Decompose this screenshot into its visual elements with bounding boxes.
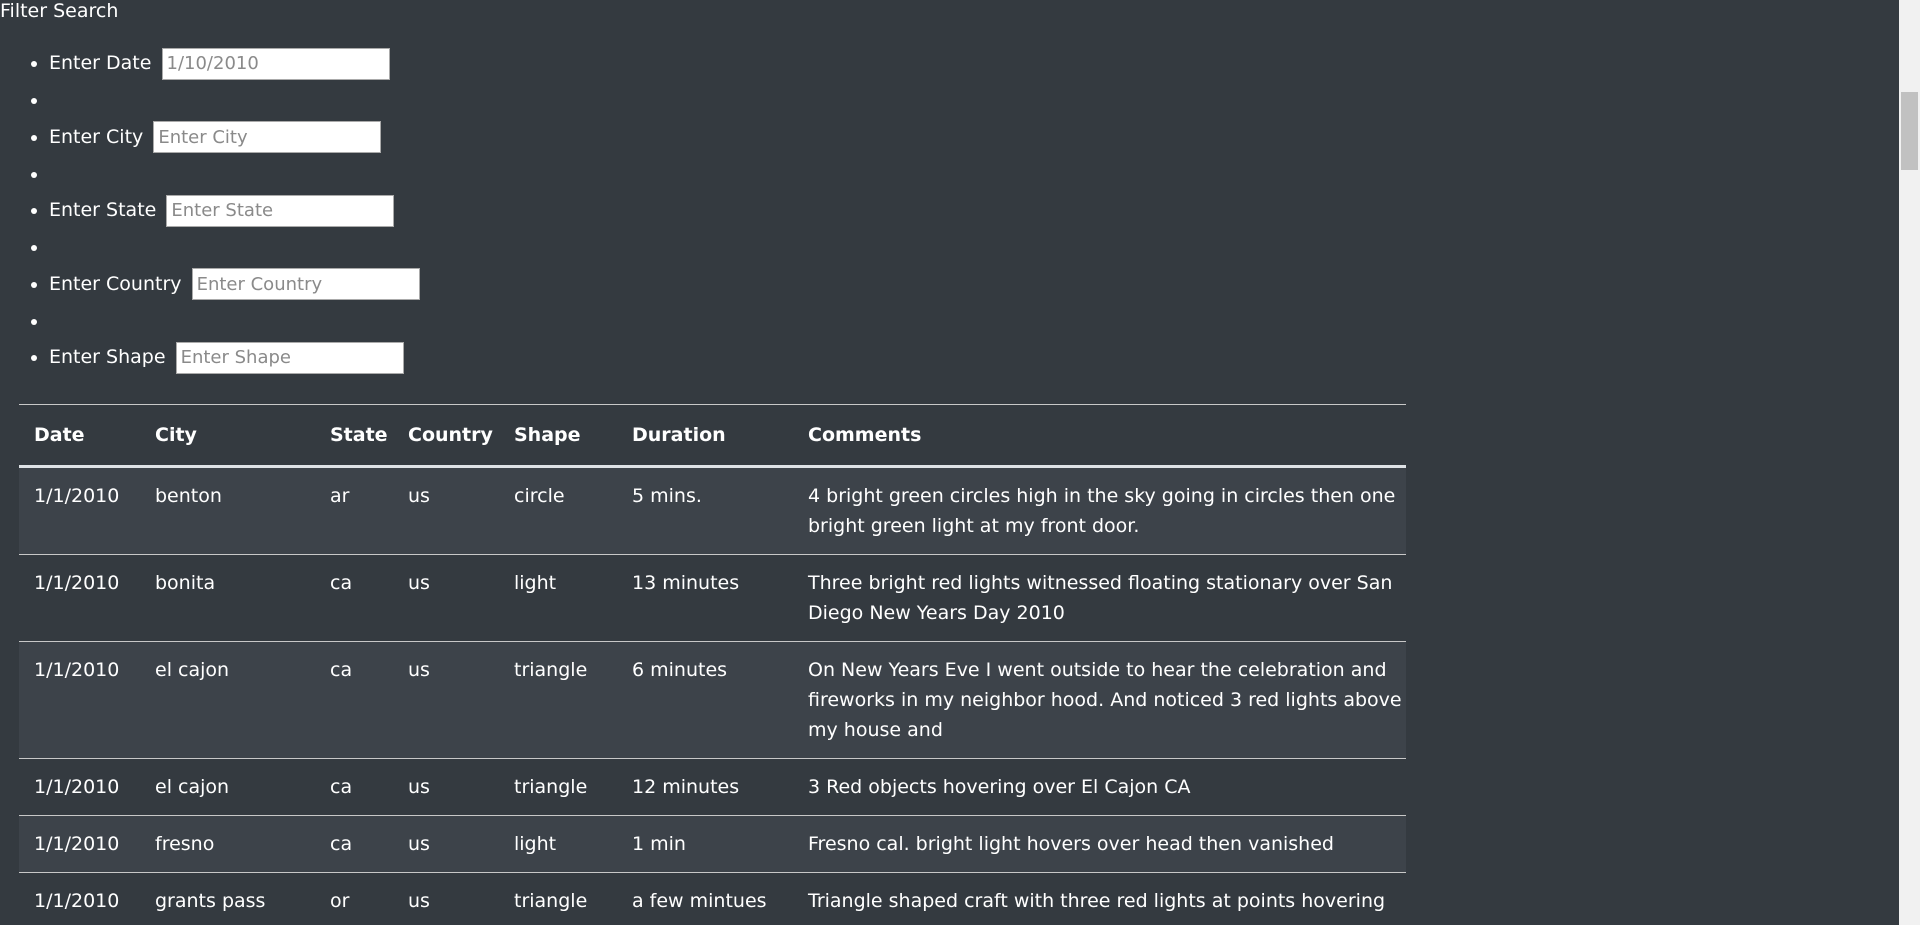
filter-list: Enter Date Enter City Enter State Enter …: [0, 45, 420, 376]
column-header-country: Country: [393, 404, 499, 468]
cell-city: grants pass: [140, 872, 315, 925]
filter-item-state: Enter State: [49, 192, 420, 229]
cell-state: ca: [315, 554, 393, 642]
shape-label: Enter Shape: [49, 346, 166, 368]
cell-city: fresno: [140, 815, 315, 873]
cell-comments: Triangle shaped craft with three red lig…: [793, 872, 1406, 925]
state-input[interactable]: [166, 194, 395, 227]
state-label: Enter State: [49, 199, 157, 221]
cell-shape: triangle: [499, 641, 617, 759]
cell-shape: light: [499, 554, 617, 642]
country-label: Enter Country: [49, 272, 182, 295]
scrollbar-thumb[interactable]: [1901, 92, 1918, 170]
table-row: 1/1/2010 fresno ca us light 1 min Fresno…: [19, 815, 1406, 873]
date-label: Enter Date: [49, 52, 152, 74]
vertical-scrollbar[interactable]: [1899, 0, 1920, 925]
table-row: 1/1/2010 bonita ca us light 13 minutes T…: [19, 554, 1406, 642]
column-header-duration: Duration: [617, 404, 793, 468]
cell-city: el cajon: [140, 758, 315, 816]
cell-duration: 12 minutes: [617, 758, 793, 816]
cell-comments: 4 bright green circles high in the sky g…: [793, 466, 1406, 555]
cell-comments: 3 Red objects hovering over El Cajon CA: [793, 758, 1406, 816]
column-header-date: Date: [19, 404, 140, 468]
page: Filter Search Enter Date Enter City Ente…: [0, 0, 1920, 925]
table-row: 1/1/2010 el cajon ca us triangle 12 minu…: [19, 758, 1406, 816]
cell-duration: 5 mins.: [617, 466, 793, 555]
cell-country: us: [393, 641, 499, 759]
table-header-row: Date City State Country Shape Duration C…: [19, 404, 1406, 468]
cell-state: ca: [315, 758, 393, 816]
filter-search-title: Filter Search: [0, 0, 119, 22]
cell-duration: 1 min: [617, 815, 793, 873]
column-header-city: City: [140, 404, 315, 468]
table-row: 1/1/2010 benton ar us circle 5 mins. 4 b…: [19, 466, 1406, 555]
cell-country: us: [393, 554, 499, 642]
column-header-comments: Comments: [793, 404, 1406, 468]
cell-state: ca: [315, 641, 393, 759]
empty-list-item: [49, 303, 420, 340]
empty-list-item: [49, 229, 420, 266]
city-input[interactable]: [153, 121, 382, 153]
cell-date: 1/1/2010: [19, 554, 140, 642]
cell-duration: a few mintues: [617, 872, 793, 925]
cell-shape: triangle: [499, 758, 617, 816]
cell-comments: On New Years Eve I went outside to hear …: [793, 641, 1406, 759]
country-input[interactable]: [191, 268, 420, 300]
city-label: Enter City: [49, 125, 144, 148]
cell-comments: Three bright red lights witnessed floati…: [793, 554, 1406, 642]
cell-country: us: [393, 466, 499, 555]
filter-item-country: Enter Country: [49, 266, 420, 303]
filter-item-date: Enter Date: [49, 45, 420, 82]
table-row: 1/1/2010 grants pass or us triangle a fe…: [19, 872, 1406, 925]
cell-city: el cajon: [140, 641, 315, 759]
cell-date: 1/1/2010: [19, 641, 140, 759]
cell-country: us: [393, 758, 499, 816]
cell-city: bonita: [140, 554, 315, 642]
empty-list-item: [49, 82, 420, 119]
cell-shape: light: [499, 815, 617, 873]
cell-city: benton: [140, 466, 315, 555]
table-row: 1/1/2010 el cajon ca us triangle 6 minut…: [19, 641, 1406, 759]
column-header-shape: Shape: [499, 404, 617, 468]
cell-country: us: [393, 872, 499, 925]
filter-item-shape: Enter Shape: [49, 339, 420, 376]
cell-date: 1/1/2010: [19, 466, 140, 555]
cell-state: or: [315, 872, 393, 925]
cell-comments: Fresno cal. bright light hovers over hea…: [793, 815, 1406, 873]
cell-shape: circle: [499, 466, 617, 555]
cell-state: ar: [315, 466, 393, 555]
column-header-state: State: [315, 404, 393, 468]
cell-date: 1/1/2010: [19, 872, 140, 925]
ufo-results-table: Date City State Country Shape Duration C…: [19, 404, 1406, 925]
cell-shape: triangle: [499, 872, 617, 925]
cell-country: us: [393, 815, 499, 873]
cell-state: ca: [315, 815, 393, 873]
cell-date: 1/1/2010: [19, 815, 140, 873]
cell-date: 1/1/2010: [19, 758, 140, 816]
empty-list-item: [49, 156, 420, 193]
date-input[interactable]: [161, 47, 390, 80]
filter-item-city: Enter City: [49, 119, 420, 156]
cell-duration: 13 minutes: [617, 554, 793, 642]
cell-duration: 6 minutes: [617, 641, 793, 759]
shape-input[interactable]: [175, 341, 404, 374]
